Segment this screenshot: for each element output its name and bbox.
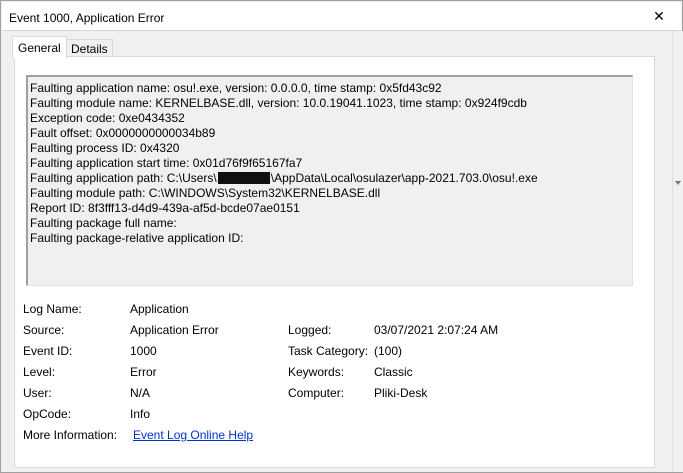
vertical-scrollbar[interactable]	[672, 31, 683, 472]
user-value: N/A	[130, 386, 151, 400]
close-icon[interactable]: ✕	[651, 9, 667, 25]
tab-general[interactable]: General	[12, 36, 67, 58]
keywords-value: Classic	[374, 365, 413, 379]
opcode-value: Info	[130, 407, 151, 421]
event-properties-window: Event 1000, Application Error ✕ Details …	[0, 0, 683, 473]
opcode-label: OpCode:	[23, 407, 72, 421]
window-title: Event 1000, Application Error	[9, 11, 165, 25]
title-bar: Event 1000, Application Error ✕	[2, 2, 681, 31]
task-category-value: (100)	[374, 344, 403, 358]
keywords-label: Keywords:	[288, 365, 345, 379]
event-description-box[interactable]: Faulting application name: osu!.exe, ver…	[26, 75, 633, 286]
app-path-suffix: \AppData\Local\osulazer\app-2021.703.0\o…	[270, 171, 538, 185]
level-value: Error	[130, 365, 157, 379]
computer-label: Computer:	[288, 386, 345, 400]
description-line: Report ID: 8f3fff13-d4d9-439a-af5d-bcde0…	[30, 201, 300, 215]
source-value: Application Error	[130, 323, 219, 337]
event-log-online-help-link[interactable]: Event Log Online Help	[133, 428, 253, 442]
description-line-app-path: Faulting application path: C:\Users\ \App…	[30, 171, 538, 186]
source-label: Source:	[23, 323, 65, 337]
description-line: Faulting module path: C:\WINDOWS\System3…	[30, 186, 381, 200]
description-line: Faulting application name: osu!.exe, ver…	[30, 81, 442, 95]
description-line: Faulting package full name:	[30, 216, 177, 230]
logged-label: Logged:	[288, 323, 332, 337]
task-category-label: Task Category:	[288, 344, 369, 358]
event-id-value: 1000	[130, 344, 157, 358]
redacted-username	[217, 172, 270, 184]
description-line: Exception code: 0xe0434352	[30, 111, 185, 125]
description-line: Faulting module name: KERNELBASE.dll, ve…	[30, 96, 527, 110]
description-line: Fault offset: 0x0000000000034b89	[30, 126, 216, 140]
level-label: Level:	[23, 365, 56, 379]
app-path-prefix: Faulting application path: C:\Users\	[30, 171, 217, 185]
more-information-label: More Information:	[23, 428, 118, 442]
event-id-label: Event ID:	[23, 344, 73, 358]
user-label: User:	[23, 386, 52, 400]
description-line: Faulting process ID: 0x4320	[30, 141, 180, 155]
description-line: Faulting application start time: 0x01d76…	[30, 156, 303, 170]
log-name-value: Application	[130, 302, 189, 316]
log-name-label: Log Name:	[23, 302, 82, 316]
description-line: Faulting package-relative application ID…	[30, 231, 244, 245]
logged-value: 03/07/2021 2:07:24 AM	[374, 323, 499, 337]
computer-value: Pliki-Desk	[374, 386, 428, 400]
chevron-down-icon[interactable]	[675, 181, 681, 185]
